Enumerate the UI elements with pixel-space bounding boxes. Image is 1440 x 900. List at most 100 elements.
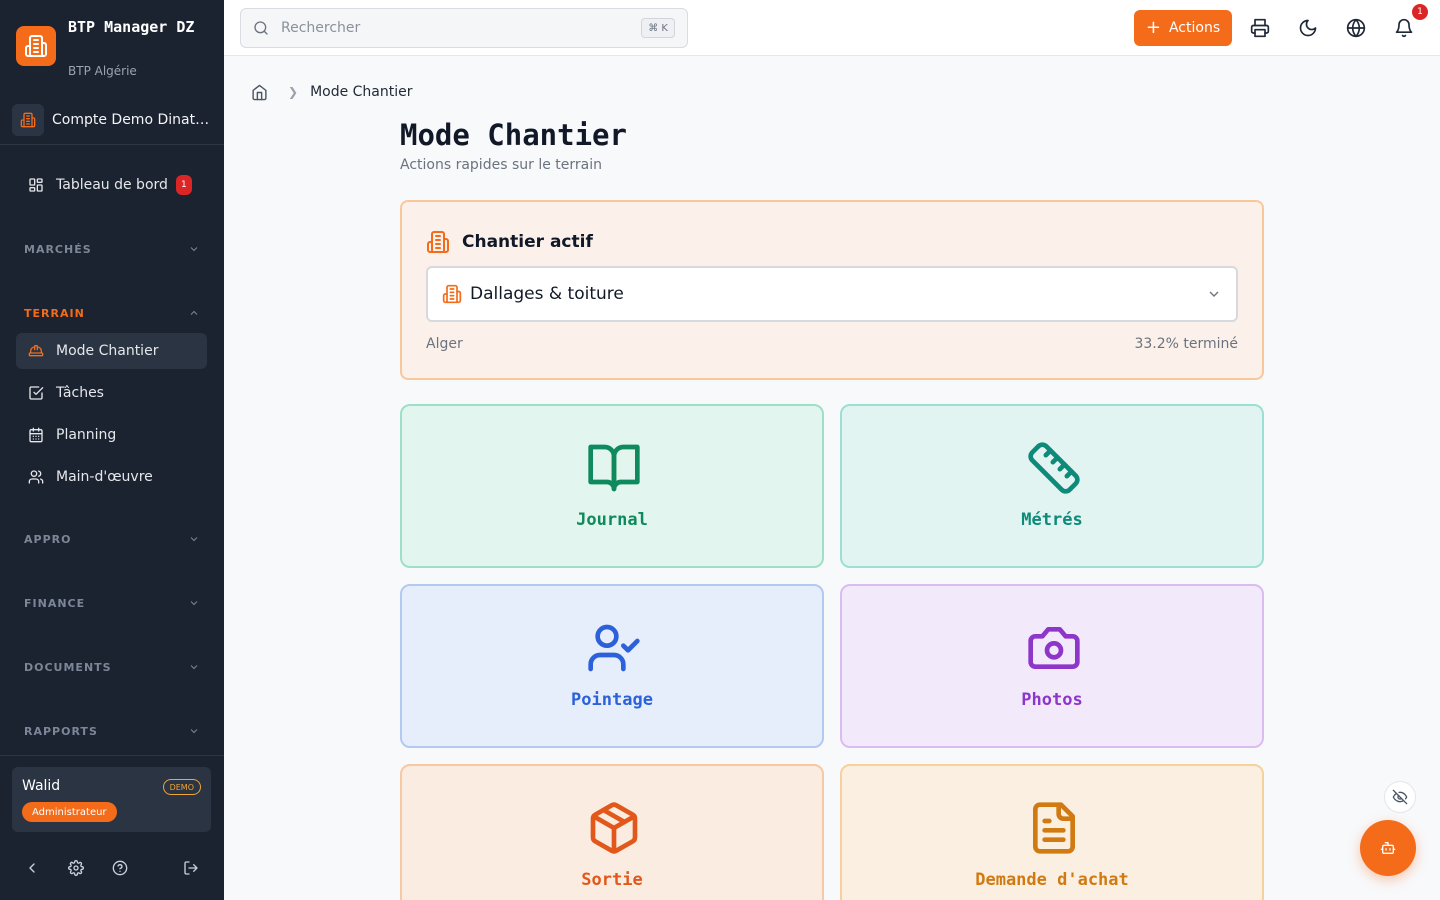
active-site-title: Chantier actif <box>462 232 593 252</box>
building-icon <box>427 231 449 253</box>
user-card[interactable]: Walid DEMO Administrateur <box>12 767 211 832</box>
tile-pointage[interactable]: Pointage <box>400 584 824 748</box>
user-check-icon <box>588 624 640 672</box>
actions-label: Actions <box>1168 20 1221 36</box>
brand-title: BTP Manager DZ <box>68 18 195 36</box>
users-icon <box>28 470 44 484</box>
package-icon <box>590 802 638 854</box>
section-label: FINANCE <box>24 596 86 610</box>
chevron-down-icon <box>190 247 198 252</box>
sidebar: BTP Manager DZ BTP Algérie Compte Demo D… <box>0 0 224 900</box>
building-icon <box>12 104 44 136</box>
topbar: Rechercher ⌘ K + Actions 1 <box>224 0 1440 56</box>
chevron-down-icon <box>1209 291 1219 297</box>
printer-icon[interactable] <box>1250 18 1270 38</box>
building-icon <box>442 284 462 304</box>
breadcrumb-current: Mode Chantier <box>310 84 413 100</box>
hide-widget-button[interactable] <box>1384 781 1416 813</box>
search-placeholder: Rechercher <box>281 20 361 36</box>
tile-label: Journal <box>576 510 648 530</box>
actions-button[interactable]: + Actions <box>1134 10 1232 46</box>
site-select-value: Dallages & toiture <box>470 284 624 304</box>
camera-icon <box>1028 627 1080 669</box>
sidebar-item-dashboard[interactable]: Tableau de bord 1 <box>16 167 207 203</box>
section-finance[interactable]: FINANCE <box>24 595 200 611</box>
calendar-icon <box>29 427 43 443</box>
site-select[interactable]: Dallages & toiture <box>426 266 1238 322</box>
demo-badge: DEMO <box>162 779 201 795</box>
section-label: DOCUMENTS <box>24 660 112 674</box>
sidebar-item-label: Planning <box>56 427 117 443</box>
logout-icon[interactable] <box>183 860 199 876</box>
sidebar-item-taches[interactable]: Tâches <box>16 375 207 411</box>
sidebar-item-mode-chantier[interactable]: Mode Chantier <box>16 333 207 369</box>
assistant-bot-button[interactable] <box>1360 820 1416 876</box>
user-name: Walid <box>22 778 61 794</box>
section-label: TERRAIN <box>24 306 85 320</box>
ruler-icon <box>1028 442 1080 494</box>
building-logo-icon <box>16 26 56 66</box>
active-site-card: Chantier actif Dallages & toiture Alger … <box>400 200 1264 380</box>
sidebar-divider <box>0 755 224 756</box>
tile-photos[interactable]: Photos <box>840 584 1264 748</box>
tile-label: Sortie <box>581 870 643 890</box>
book-open-icon <box>588 444 640 492</box>
brand[interactable]: BTP Manager DZ BTP Algérie <box>16 14 216 84</box>
section-marches[interactable]: MARCHÉS <box>24 241 200 257</box>
section-terrain[interactable]: TERRAIN <box>24 305 200 321</box>
section-rapports[interactable]: RAPPORTS <box>24 723 200 739</box>
file-text-icon <box>1033 802 1075 854</box>
site-city: Alger <box>426 336 463 352</box>
site-progress: 33.2% terminé <box>1134 336 1238 352</box>
home-icon[interactable] <box>251 84 268 101</box>
settings-icon[interactable] <box>68 860 84 876</box>
account-name: Compte Demo Dinateur <box>52 112 212 128</box>
section-appro[interactable]: APPRO <box>24 531 200 547</box>
chevron-up-icon <box>190 310 198 315</box>
active-site-heading: Chantier actif <box>426 230 593 254</box>
sidebar-item-label: Tableau de bord <box>56 177 168 193</box>
chevron-down-icon <box>190 601 198 606</box>
section-label: APPRO <box>24 532 72 546</box>
tile-label: Métrés <box>1021 510 1083 530</box>
section-label: MARCHÉS <box>24 242 92 256</box>
tile-metres[interactable]: Métrés <box>840 404 1264 568</box>
sidebar-divider <box>0 144 224 145</box>
bell-icon[interactable] <box>1394 18 1414 38</box>
tile-label: Photos <box>1021 690 1083 710</box>
page-subtitle: Actions rapides sur le terrain <box>400 157 602 173</box>
tile-label: Pointage <box>571 690 653 710</box>
sidebar-item-label: Tâches <box>56 385 104 401</box>
chevron-left-icon[interactable] <box>24 860 40 876</box>
section-label: RAPPORTS <box>24 724 98 738</box>
role-badge: Administrateur <box>22 802 117 822</box>
chevron-down-icon <box>190 537 198 542</box>
dashboard-grid-icon <box>29 178 43 192</box>
sidebar-footer <box>0 848 224 888</box>
sidebar-item-label: Main-d'œuvre <box>56 469 153 485</box>
help-icon[interactable] <box>112 860 128 876</box>
account-switcher[interactable]: Compte Demo Dinateur <box>12 104 216 136</box>
eye-off-icon <box>1392 789 1408 805</box>
search-shortcut: ⌘ K <box>641 18 675 38</box>
breadcrumb: ❯ Mode Chantier <box>251 82 413 102</box>
tile-sortie[interactable]: Sortie <box>400 764 824 900</box>
moon-icon[interactable] <box>1298 18 1318 38</box>
notification-count: 1 <box>1412 4 1428 20</box>
dashboard-badge: 1 <box>175 175 192 195</box>
bot-icon <box>1380 842 1396 854</box>
globe-icon[interactable] <box>1346 18 1366 38</box>
sidebar-item-label: Mode Chantier <box>56 343 159 359</box>
chevron-right-icon: ❯ <box>288 85 299 99</box>
sidebar-item-main-doeuvre[interactable]: Main-d'œuvre <box>16 459 207 495</box>
tile-demande-achat[interactable]: Demande d'achat <box>840 764 1264 900</box>
sidebar-item-planning[interactable]: Planning <box>16 417 207 453</box>
plus-icon: + <box>1145 17 1161 38</box>
chevron-down-icon <box>190 665 198 670</box>
tile-journal[interactable]: Journal <box>400 404 824 568</box>
section-documents[interactable]: DOCUMENTS <box>24 659 200 675</box>
chevron-down-icon <box>190 729 198 734</box>
task-check-icon <box>29 386 44 400</box>
search-input[interactable]: Rechercher ⌘ K <box>240 8 688 48</box>
tile-label: Demande d'achat <box>975 870 1129 890</box>
